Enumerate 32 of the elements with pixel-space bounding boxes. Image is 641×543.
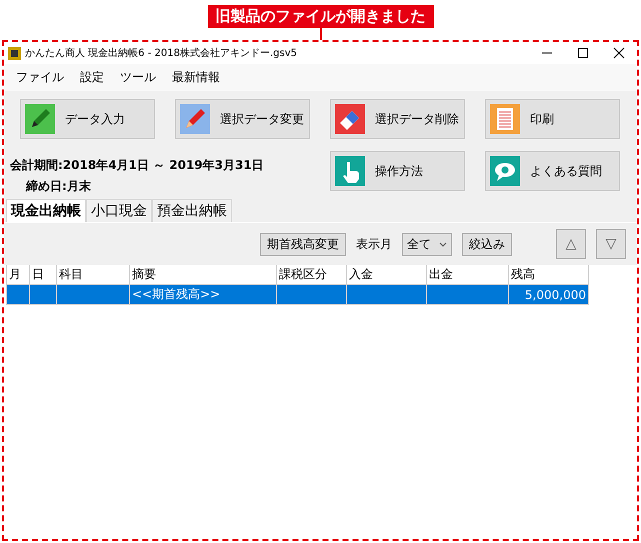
display-month-label: 表示月 xyxy=(356,236,392,252)
menu-item[interactable]: 最新情報 xyxy=(166,66,226,89)
tab[interactable]: 現金出納帳 xyxy=(6,199,86,222)
document-icon xyxy=(490,104,520,134)
eraser-icon xyxy=(335,104,365,134)
callout-label: 旧製品のファイルが開きました xyxy=(208,5,434,28)
filter-button[interactable]: 絞込み xyxy=(462,232,512,256)
window-title: かんたん商人 現金出納帳6 - 2018株式会社アキンドー.gsv5 xyxy=(25,46,298,60)
tab[interactable]: 預金出納帳 xyxy=(152,199,232,222)
up-button[interactable]: △ xyxy=(556,229,586,259)
pencil-icon xyxy=(25,104,55,134)
pen-icon xyxy=(180,104,210,134)
down-button[interactable]: ▽ xyxy=(596,229,626,259)
menu-item[interactable]: 設定 xyxy=(74,66,110,89)
closing-day-text: 締め日:月末 xyxy=(24,178,92,195)
action-button[interactable]: 選択データ削除 xyxy=(330,99,465,139)
app-icon xyxy=(8,46,21,60)
action-button[interactable]: よくある質問 xyxy=(485,151,620,191)
table-cell: <<期首残高>> xyxy=(130,284,276,304)
pointing-hand-icon xyxy=(335,156,365,186)
speech-bubble-icon xyxy=(490,156,520,186)
period-text: 会計期間:2018年4月1日 ～ 2019年3月31日 xyxy=(10,157,265,174)
table-cell: 5,000,000 xyxy=(508,284,588,304)
tab[interactable]: 小口現金 xyxy=(86,199,152,222)
action-button[interactable]: 操作方法 xyxy=(330,151,465,191)
action-button[interactable]: 選択データ変更 xyxy=(175,99,310,139)
opening-balance-button[interactable]: 期首残高変更 xyxy=(260,232,346,256)
menu-item[interactable]: ファイル xyxy=(10,66,70,89)
action-button[interactable]: 印刷 xyxy=(485,99,620,139)
action-button[interactable]: データ入力 xyxy=(20,99,155,139)
month-select[interactable]: 全て xyxy=(402,232,452,256)
menu-item[interactable]: ツール xyxy=(114,66,162,89)
